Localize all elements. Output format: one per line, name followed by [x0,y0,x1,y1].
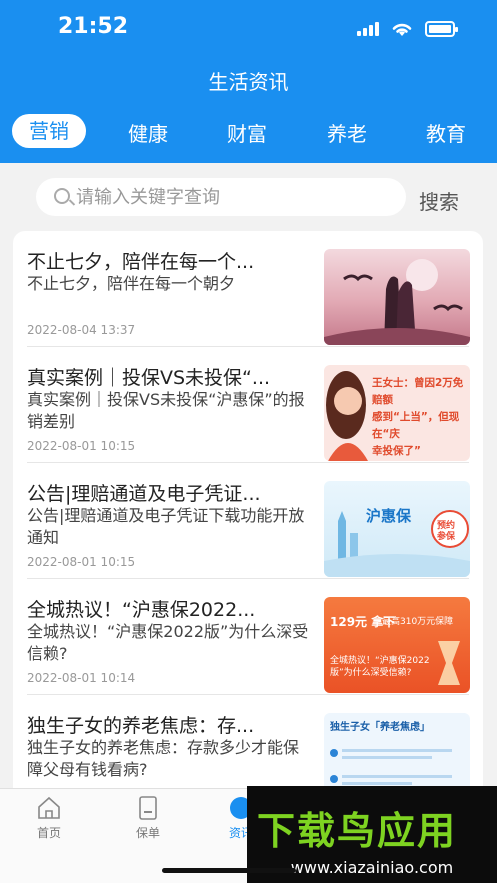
article-summary: 公告|理赔通道及电子凭证下载功能开放通知 [27,506,305,547]
article-time: 2022-08-01 10:15 [27,439,136,453]
article-title: 公告|理赔通道及电子凭证... [27,483,261,505]
search-bar: 搜索 [0,163,497,231]
battery-icon [425,21,458,37]
thumb-caption: 幸投保了” [372,445,421,457]
tabbar-label: 保单 [135,826,160,840]
article-title: 独生子女的养老焦虑：存... [27,715,255,737]
category-tabs: 营销 健康 财富 养老 教育 [0,112,497,154]
tabbar-label: 首页 [36,826,61,840]
article-summary: 真实案例｜投保VS未投保“沪惠保”的报销差别 [27,390,305,431]
list-item[interactable]: 全城热议！“沪惠保2022... 全城热议！“沪惠保2022版”为什么深受信赖?… [13,579,483,695]
article-title: 真实案例｜投保VS未投保“... [27,367,271,389]
list-item[interactable]: 公告|理赔通道及电子凭证... 公告|理赔通道及电子凭证下载功能开放通知 202… [13,463,483,579]
list-item[interactable]: 不止七夕，陪伴在每一个... 不止七夕，陪伴在每一个朝夕 2022-08-04 … [13,231,483,347]
tab-elderly-care[interactable]: 养老 [327,118,367,147]
article-summary: 独生子女的养老焦虑：存款多少才能保障父母有钱看病? [27,738,300,779]
article-thumbnail [324,249,470,345]
article-thumbnail: 129元 拿下 最高310万元保障 全城热议！“沪惠保2022版”为什么深受信赖… [324,597,470,693]
article-title: 全城热议！“沪惠保2022... [27,599,256,621]
thumb-caption: 沪惠保 [366,507,412,525]
article-time: 2022-08-01 10:15 [27,555,136,569]
tabbar-policy[interactable]: 保单 [113,795,183,841]
wifi-icon [392,23,412,36]
thumb-caption: 感到“上当”，但现在“庆 [372,411,460,440]
search-button[interactable]: 搜索 [419,186,459,215]
article-thumbnail: 独生子女「养老焦虑」 [324,713,470,791]
article-list: 不止七夕，陪伴在每一个... 不止七夕，陪伴在每一个朝夕 2022-08-04 … [13,231,483,791]
thumb-caption: 预约参保 [437,521,456,542]
home-icon [38,796,60,819]
article-time: 2022-08-04 13:37 [27,323,136,337]
home-indicator [162,868,296,873]
status-time: 21:52 [58,14,129,39]
article-thumbnail: 王女士：曾因2万免赔额 感到“上当”，但现在“庆 幸投保了” [324,365,470,461]
article-summary: 不止七夕，陪伴在每一个朝夕 [27,274,236,293]
policy-icon [139,796,157,820]
tab-health[interactable]: 健康 [128,118,168,147]
tab-wealth[interactable]: 财富 [227,118,267,147]
list-item[interactable]: 独生子女的养老焦虑：存... 独生子女的养老焦虑：存款多少才能保障父母有钱看病?… [13,695,483,791]
search-input[interactable] [76,178,396,216]
top-bar: 21:52 生活资讯 营销 健康 财富 养老 教育 [0,0,497,163]
status-bar: 21:52 [0,0,497,60]
tab-education[interactable]: 教育 [426,118,466,147]
tabbar-home[interactable]: 首页 [14,795,84,841]
search-box[interactable] [36,178,406,216]
search-icon [54,188,70,204]
list-item[interactable]: 真实案例｜投保VS未投保“... 真实案例｜投保VS未投保“沪惠保”的报销差别 … [13,347,483,463]
watermark-logo-text: 下载鸟应用 [257,809,458,853]
article-summary: 全城热议！“沪惠保2022版”为什么深受信赖? [27,622,309,663]
page-title: 生活资讯 [208,70,289,94]
article-thumbnail: 沪惠保 预约参保 [324,481,470,577]
article-time: 2022-08-01 10:14 [27,671,136,685]
article-title: 不止七夕，陪伴在每一个... [27,251,255,273]
signal-icon [357,22,379,36]
thumb-caption: 王女士：曾因2万免赔额 [372,377,464,406]
tab-marketing[interactable]: 营销 [12,114,86,148]
